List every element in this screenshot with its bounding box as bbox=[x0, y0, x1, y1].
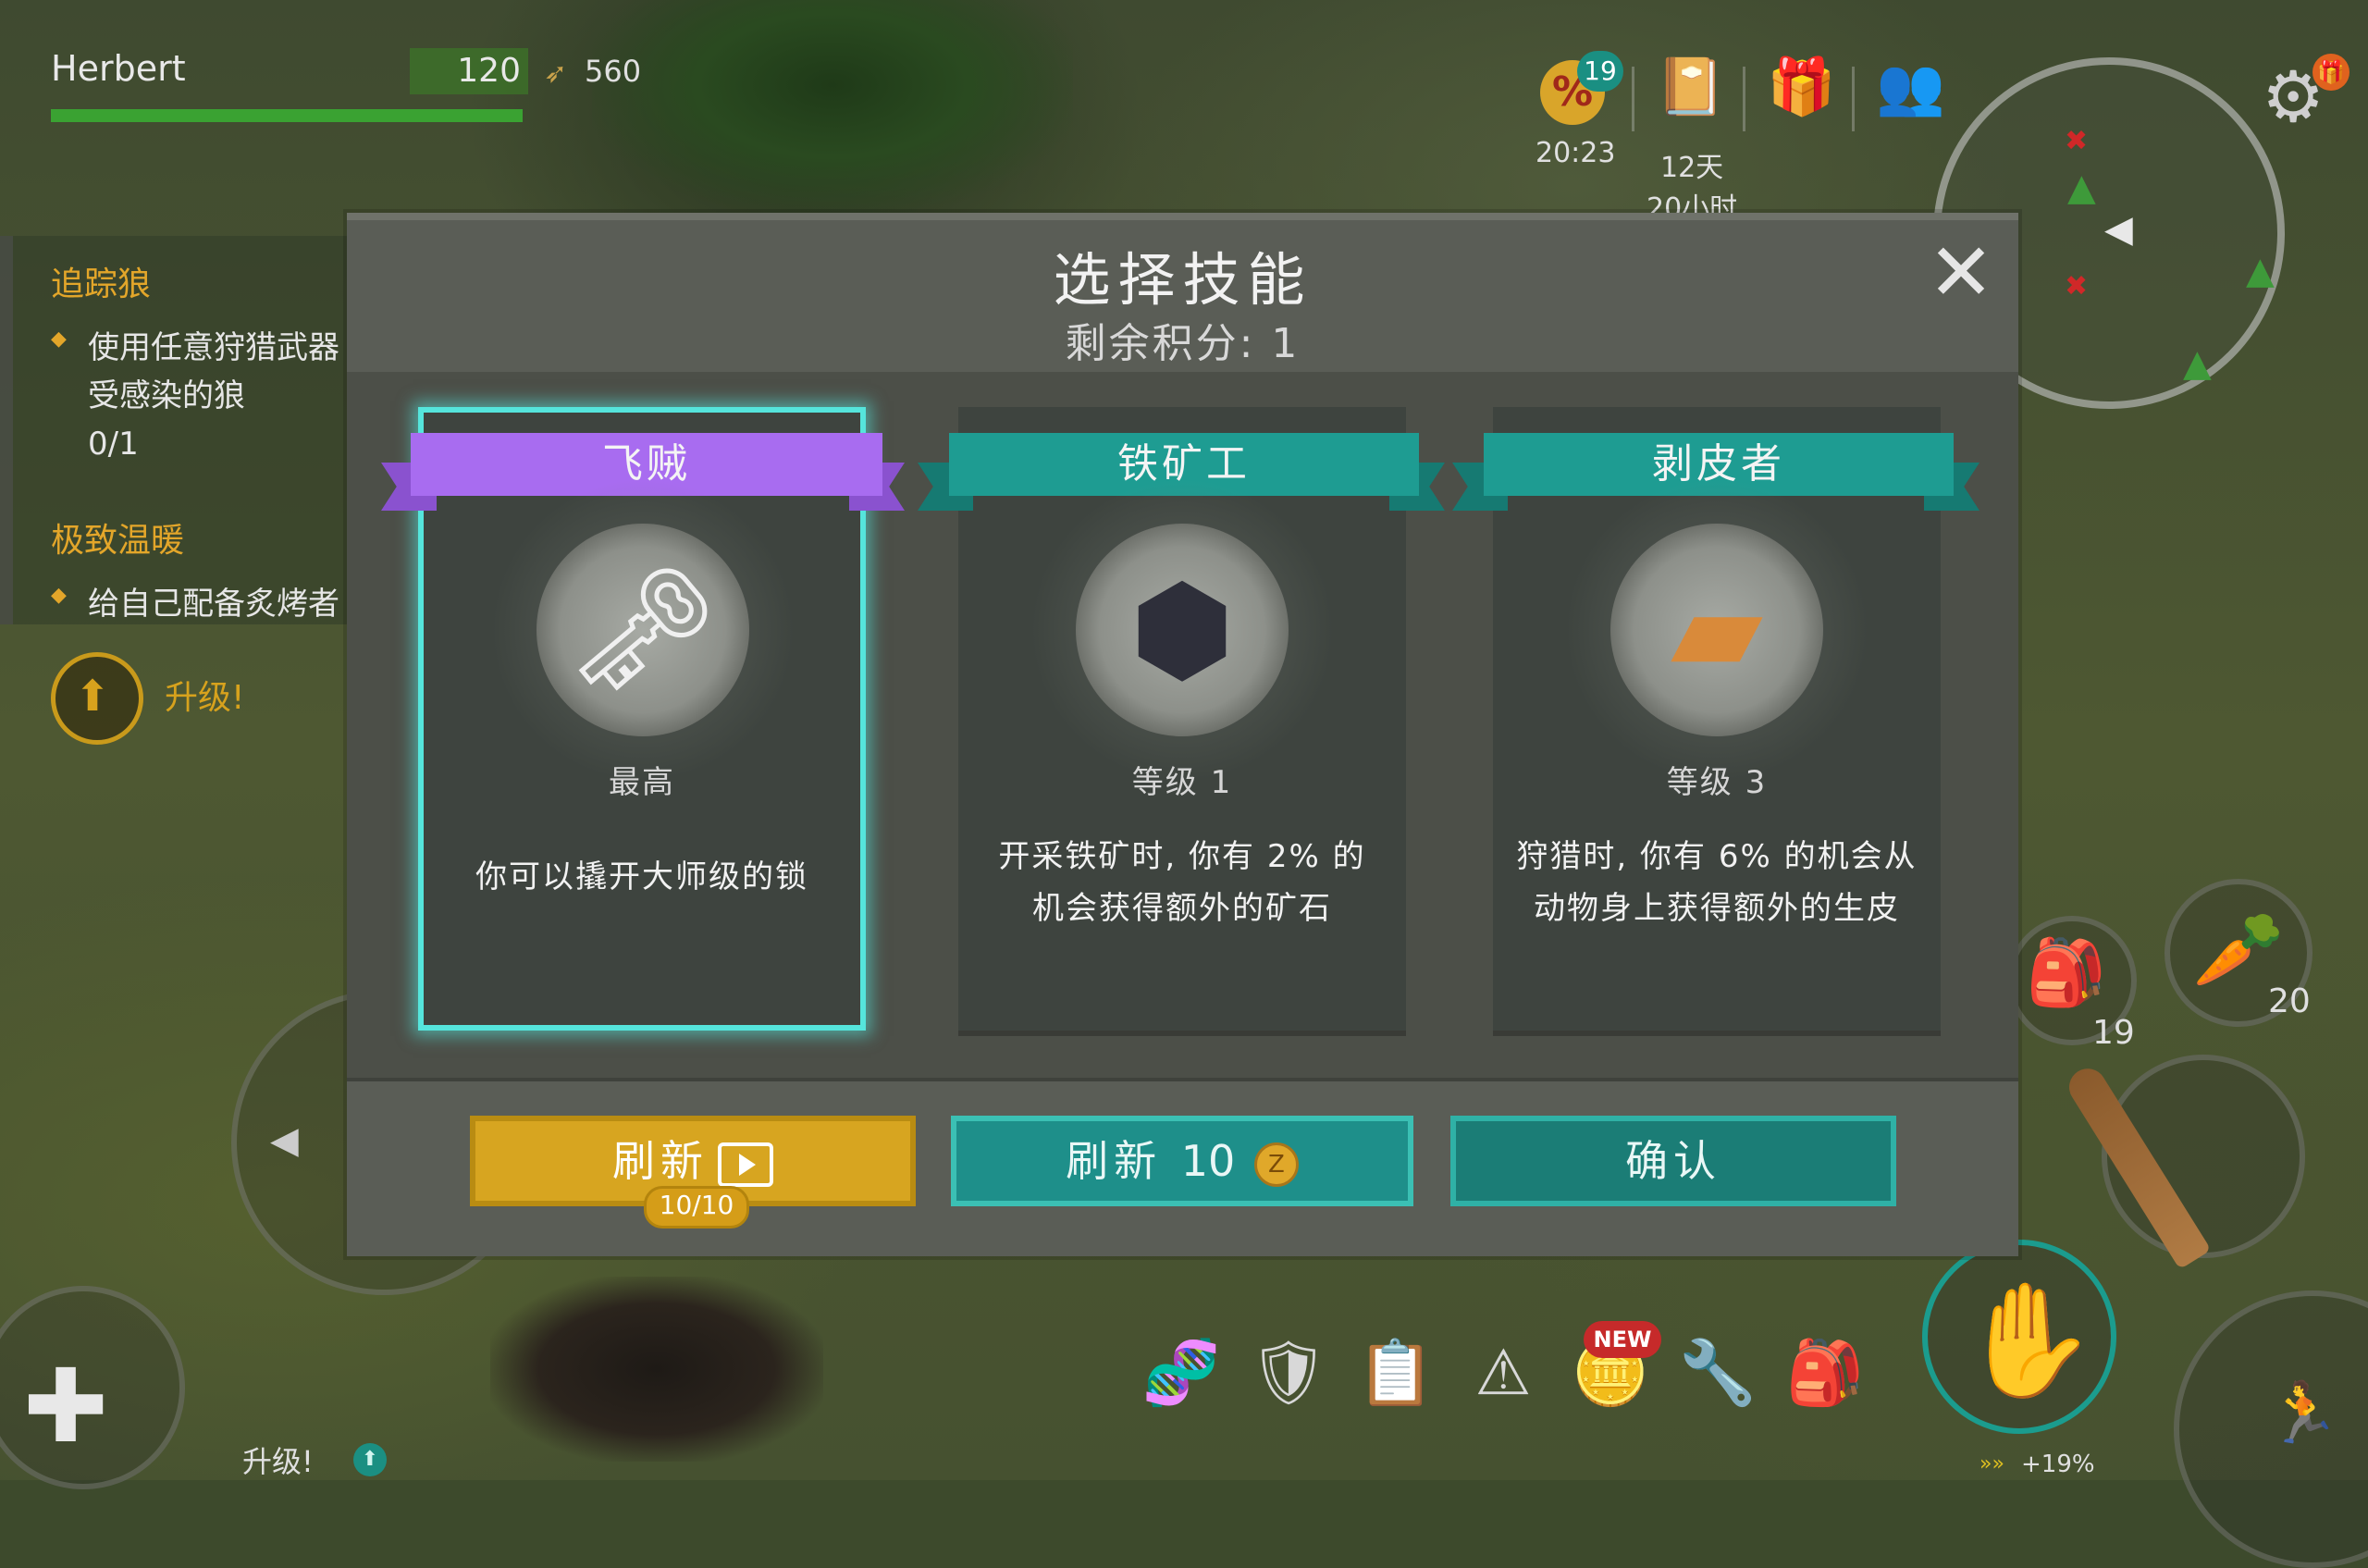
remaining-points: 剩余积分: 1 bbox=[1065, 320, 1301, 367]
quest-text-1b: 受感染的狼 bbox=[88, 377, 245, 414]
skill-description-line-2: 机会获得额外的矿石 bbox=[1032, 890, 1332, 927]
backpack-icon[interactable]: 🎒 bbox=[1783, 1332, 1867, 1415]
divider bbox=[1852, 67, 1855, 131]
quest-title-1: 追踪狼 bbox=[51, 265, 152, 303]
clan-badge-icon[interactable]: 🛡 bbox=[1247, 1332, 1330, 1415]
quest-text-2a: 给自己配备炙烤者 bbox=[88, 586, 339, 623]
tree-canopy bbox=[592, 0, 1073, 213]
coin-icon: Z bbox=[1253, 1142, 1299, 1187]
divider bbox=[347, 1078, 2018, 1081]
xp-percent: +19% bbox=[2021, 1451, 2095, 1478]
carrot-count: 20 bbox=[2268, 982, 2311, 1020]
map-tree-icon: ▲ bbox=[2067, 167, 2096, 209]
skill-description-line-1: 开采铁矿时, 你有 2% 的 bbox=[998, 838, 1366, 875]
lockpick-icon: 🗝 bbox=[566, 559, 720, 699]
hand-icon: ✋ bbox=[1959, 1277, 2098, 1405]
divider bbox=[1632, 67, 1634, 131]
refresh-coin-label: 刷新 bbox=[1066, 1136, 1163, 1186]
skill-description: 你可以撬开大师级的锁 bbox=[475, 858, 808, 895]
upgrade-label[interactable]: 升级! bbox=[165, 671, 244, 719]
player-name: Herbert bbox=[51, 48, 186, 89]
arrow-left-icon: ◀ bbox=[270, 1119, 299, 1162]
energy-value: 560 bbox=[585, 54, 642, 89]
refresh-ad-label: 刷新 bbox=[612, 1136, 709, 1186]
divider bbox=[1743, 67, 1745, 131]
alert-icon[interactable]: ⚠ bbox=[1462, 1332, 1545, 1415]
plus-icon: ✚ bbox=[23, 1347, 109, 1465]
gift-notification-icon: 🎁 bbox=[2312, 54, 2350, 91]
energy-icon: ➶ bbox=[544, 57, 568, 90]
skill-description-line-1: 狩猎时, 你有 6% 的机会从 bbox=[1516, 838, 1918, 875]
fallen-creature bbox=[490, 1277, 823, 1462]
bottom-upgrade-label[interactable]: 升级! bbox=[242, 1438, 314, 1481]
friends-icon[interactable]: 👥 bbox=[1876, 54, 1945, 119]
player-position-icon: ◀ bbox=[2104, 208, 2133, 251]
quest-bullet-icon: ◆ bbox=[51, 584, 67, 607]
carrot-icon: 🥕 bbox=[2192, 907, 2285, 993]
refresh-coin-button[interactable]: 刷新 10 Z bbox=[951, 1116, 1413, 1206]
wolf-journal-icon[interactable]: 📔 bbox=[1656, 54, 1725, 119]
skill-level: 等级 1 bbox=[1131, 764, 1233, 801]
arrow-up-icon: ⬆ bbox=[74, 671, 111, 721]
arrow-up-icon: ⬆ bbox=[353, 1443, 387, 1476]
quest-title-2: 极致温暖 bbox=[51, 522, 185, 560]
map-marker-x-icon: ✖ bbox=[2065, 125, 2089, 157]
quest-progress: 0/1 bbox=[88, 426, 139, 463]
sprint-icon: 🏃 bbox=[2266, 1379, 2340, 1448]
xp-arrows-icon: »» bbox=[1980, 1452, 2004, 1475]
gift-icon[interactable]: 🎁 bbox=[1767, 54, 1836, 119]
dialog-title: 选择技能 bbox=[1053, 246, 1313, 314]
video-play-icon bbox=[718, 1142, 773, 1187]
refresh-coin-cost: 10 bbox=[1180, 1136, 1236, 1186]
close-icon[interactable]: ✕ bbox=[1924, 233, 1998, 313]
dna-icon[interactable]: 🧬 bbox=[1140, 1332, 1223, 1415]
new-badge: NEW bbox=[1584, 1321, 1661, 1358]
days-survived: 12天 bbox=[1660, 152, 1724, 184]
iron-ore-icon: ⬢ bbox=[1129, 559, 1235, 699]
map-tree-icon: ▲ bbox=[2246, 250, 2275, 292]
medkit-icon: 🎒 bbox=[2026, 934, 2107, 1010]
skill-level: 等级 3 bbox=[1666, 764, 1768, 801]
confirm-button[interactable]: 确认 bbox=[1450, 1116, 1896, 1206]
health-value: 120 bbox=[410, 48, 528, 94]
quest-bullet-icon: ◆ bbox=[51, 327, 67, 351]
medkit-count: 19 bbox=[2092, 1014, 2135, 1052]
sale-count-badge: 19 bbox=[1577, 51, 1623, 92]
skill-level: 最高 bbox=[609, 764, 675, 801]
crafting-blueprint-icon[interactable]: 🔧 bbox=[1676, 1332, 1759, 1415]
quest-text-1a: 使用任意狩猎武器 bbox=[88, 329, 339, 366]
sale-timer: 20:23 bbox=[1536, 137, 1616, 169]
refresh-ad-counter: 10/10 bbox=[644, 1186, 749, 1228]
health-bar-fill bbox=[51, 109, 523, 122]
fur-hide-icon: ▰ bbox=[1671, 559, 1763, 699]
skill-description-line-2: 动物身上获得额外的生皮 bbox=[1534, 890, 1900, 927]
map-tree-icon: ▲ bbox=[2183, 342, 2212, 385]
events-board-icon[interactable]: 📋 bbox=[1354, 1332, 1437, 1415]
map-marker-x-icon: ✖ bbox=[2065, 270, 2089, 302]
